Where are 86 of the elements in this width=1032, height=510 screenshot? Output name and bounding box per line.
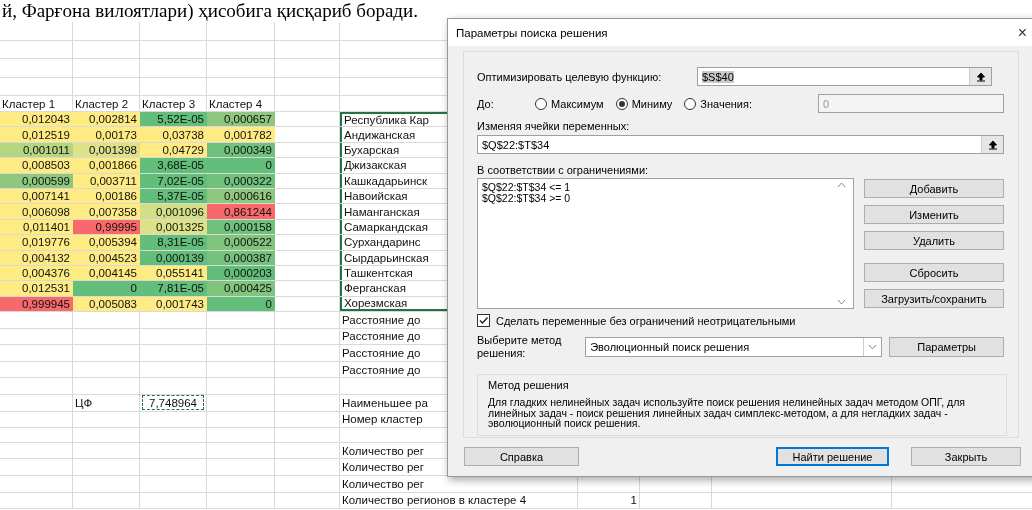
row-label: Количество рег [342, 477, 424, 490]
table-cell: 0,00173 [73, 127, 140, 142]
region-name: Навоийская [344, 190, 408, 203]
dialog-button[interactable]: Изменить [864, 205, 1004, 224]
variables-label: Изменяя ячейки переменных: [477, 120, 630, 132]
row-label: Количество регионов в кластере 4 [342, 494, 527, 507]
table-cell: 0,008503 [0, 158, 73, 173]
table-cell: 0,000522 [207, 235, 275, 250]
table-cell: 0,001866 [73, 158, 140, 173]
region-name: Джизакская [344, 159, 407, 172]
dialog-button[interactable]: Добавить [864, 179, 1004, 198]
table-cell: 0,019776 [0, 235, 73, 250]
row-label: Наименьшее ра [342, 396, 428, 409]
table-cell: 0,001782 [207, 127, 275, 142]
region-name: Бухарская [344, 143, 400, 156]
table-cell: 0,001096 [140, 204, 207, 219]
table-cell: 0,000657 [207, 112, 275, 127]
row-label: Расстояние до [342, 347, 421, 360]
objective-label: ЦФ [75, 396, 93, 409]
document-text: й, Фарғона вилоятлари) ҳисобига қисқариб боради. [2, 1, 418, 21]
column-header: Кластер 4 [209, 97, 263, 110]
column-header: Кластер 1 [2, 97, 56, 110]
table-cell: 0,861244 [207, 204, 275, 219]
method-select[interactable]: Эволюционный поиск решения [585, 337, 883, 357]
checkbox-label: Сделать переменные без ограничений неотрицательными [496, 314, 796, 327]
region-name: Хорезмская [344, 296, 408, 309]
table-cell: 0,002814 [73, 112, 140, 127]
chevron-down-icon [836, 299, 846, 305]
method-label: Выберите метод решения: [477, 334, 563, 360]
region-name: Самаркандская [344, 220, 428, 233]
table-cell: 0,012043 [0, 112, 73, 127]
row-label: Количество рег [342, 461, 424, 474]
table-cell: 8,31E-05 [140, 235, 207, 250]
parameters-button[interactable]: Параметры [889, 337, 1004, 357]
dialog-button[interactable]: Найти решение [776, 447, 889, 466]
method-description: Для гладких нелинейных задач используйте поиск решения нелинейных задач методом ОПГ, для линейных задач - поиск решения линейных задач симплекс-методом, а для негладких задач - эволюционный поиск решения. [488, 397, 966, 429]
table-cell: 3,68E-05 [140, 158, 207, 173]
table-cell: 0,012519 [0, 127, 73, 142]
chevron-up-icon [836, 182, 846, 188]
dialog-button[interactable]: Сбросить [864, 263, 1004, 282]
table-cell: 5,52E-05 [140, 112, 207, 127]
constraint-item[interactable]: $Q$22:$T$34 >= 0 [482, 193, 833, 204]
objective-value: 7,748964 [142, 395, 204, 411]
collapse-icon [975, 71, 986, 82]
constraints-label: В соответствии с ограничениями: [477, 164, 649, 176]
dialog-button[interactable]: Справка [464, 447, 579, 466]
region-name: Кашкадарьинск [344, 174, 428, 187]
region-name: Наманганская [344, 205, 420, 218]
close-button[interactable]: × [1017, 23, 1027, 42]
region-name: Ташкентская [344, 267, 413, 280]
dialog-button[interactable]: Удалить [864, 231, 1004, 250]
table-cell: 0,000425 [207, 281, 275, 296]
row-label: Расстояние до [342, 313, 421, 326]
region-name: Ферганская [344, 282, 406, 295]
chevron-down-icon [868, 344, 878, 350]
objective-label: Оптимизировать целевую функцию: [477, 70, 663, 83]
region-name: Сырдарьинская [344, 251, 429, 264]
column-header: Кластер 2 [75, 97, 129, 110]
region-name: Сурхандаринс [344, 236, 421, 249]
table-cell: 0,006098 [0, 204, 73, 219]
table-cell: 0 [207, 158, 275, 173]
table-cell: 0,03738 [140, 127, 207, 142]
objective-field[interactable]: $S$40 [697, 67, 992, 86]
table-cell: 0,012531 [0, 281, 73, 296]
dialog-title: Параметры поиска решения [456, 26, 608, 39]
to-label: До: [477, 97, 495, 110]
constraints-list[interactable]: $Q$22:$T$34 <= 1 $Q$22:$T$34 >= 0 [477, 178, 854, 309]
constraint-item[interactable]: $Q$22:$T$34 <= 1 [482, 182, 833, 193]
column-header: Кластер 3 [142, 97, 196, 110]
group-title: Метод решения [488, 379, 570, 391]
dialog-button[interactable]: Загрузить/сохранить [864, 289, 1004, 308]
row-label: Количество рег [342, 444, 424, 457]
row-label: Расстояние до [342, 363, 421, 376]
count-value: 1 [630, 494, 637, 507]
table-cell: 7,81E-05 [140, 281, 207, 296]
checkbox[interactable] [477, 314, 490, 327]
collapse-icon [987, 139, 998, 150]
table-cell: 0,007358 [73, 204, 140, 219]
table-cell: 0 [73, 281, 140, 296]
region-name: Республика Кар [344, 114, 429, 127]
region-name: Андижанская [344, 128, 416, 141]
row-label: Расстояние до [342, 330, 421, 343]
table-cell: 0,005394 [73, 235, 140, 250]
dialog-button[interactable]: Закрыть [911, 447, 1021, 466]
variables-field[interactable]: $Q$22:$T$34 [477, 135, 1004, 154]
row-label: Номер кластер [342, 413, 423, 426]
